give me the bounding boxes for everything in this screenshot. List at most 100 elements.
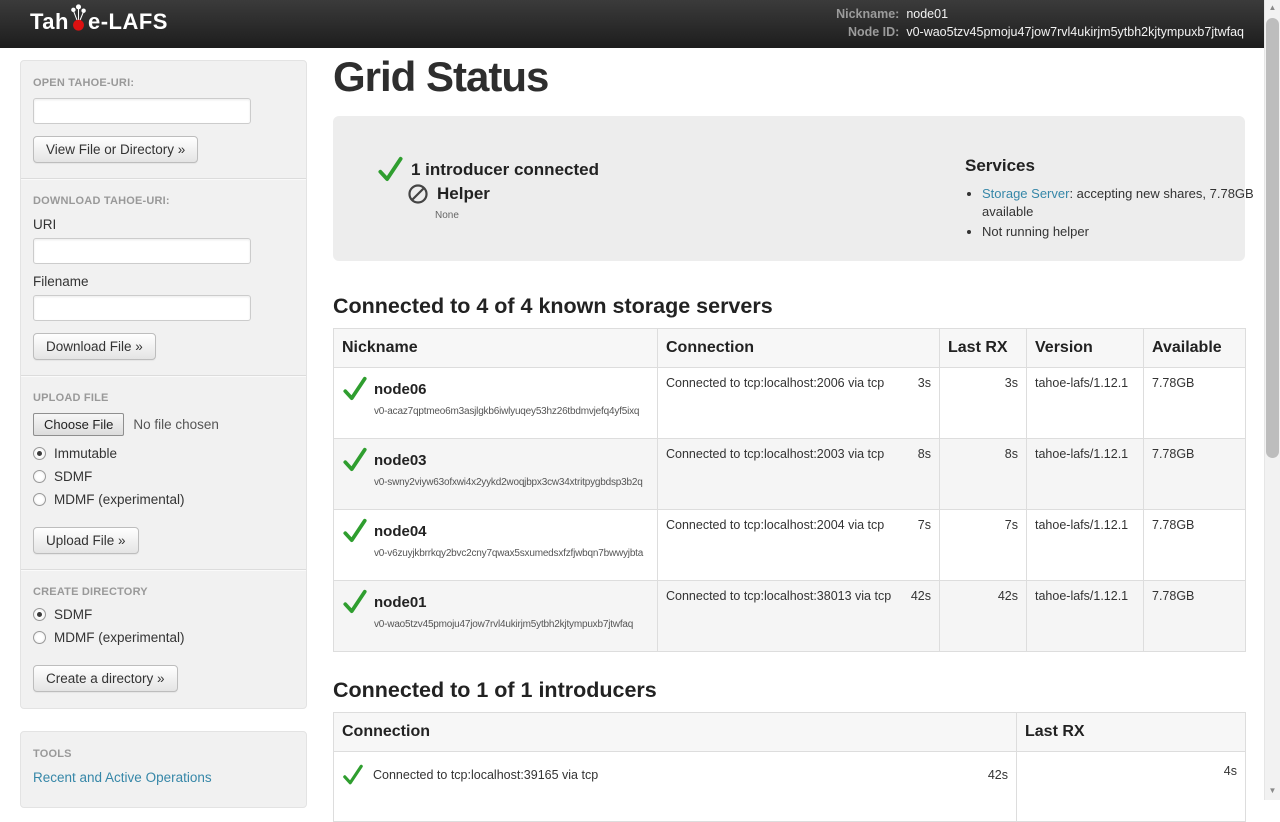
radio-icon[interactable] [33,447,46,460]
sidebar: OPEN TAHOE-URI: View File or Directory »… [20,60,307,808]
radio-label: SDMF [54,607,92,622]
vertical-scrollbar[interactable]: ▲ ▼ [1264,0,1280,800]
scroll-down-arrow[interactable]: ▼ [1265,784,1280,798]
status-summary-box: 1 introducer connected Helper None Servi… [333,116,1245,261]
upload-format-mdmf[interactable]: MDMF (experimental) [33,492,294,507]
service-item-helper: Not running helper [982,223,1260,241]
node-id-label: Node ID: [836,25,899,39]
mkdir-format-sdmf[interactable]: SDMF [33,607,294,622]
upload-file-label: UPLOAD FILE [33,392,294,404]
services-list: Storage Server: accepting new shares, 7.… [965,185,1260,241]
radio-label: Immutable [54,446,117,461]
helper-title: Helper [437,184,490,204]
available-cell: 7.78GB [1144,368,1246,439]
divider [21,178,306,180]
tahoe-balloons-icon [70,2,87,33]
create-directory-button[interactable]: Create a directory » [33,665,178,692]
col-connection: Connection [334,713,1017,752]
open-uri-section: OPEN TAHOE-URI: View File or Directory » [33,77,294,163]
server-node-id: v0-acaz7qptmeo6m3asjlgkb6iwlyuqey53hz26t… [342,403,649,420]
server-row: node04 v0-v6zuyjkbrrkqy2bvc2cny7qwax5sxu… [334,510,1246,581]
version-cell: tahoe-lafs/1.12.1 [1027,581,1144,652]
create-directory-label: CREATE DIRECTORY [33,586,294,598]
uri-field-label: URI [33,217,294,232]
services-block: Services Storage Server: accepting new s… [965,156,1265,243]
connected-check-icon [377,156,404,183]
version-cell: tahoe-lafs/1.12.1 [1027,439,1144,510]
introducers-heading: Connected to 1 of 1 introducers [333,678,1245,703]
nickname-label: Nickname: [836,7,899,21]
server-nickname: node04 [374,523,427,540]
helper-status: Helper [407,183,490,205]
last-rx-cell: 42s [940,581,1027,652]
download-file-button[interactable]: Download File » [33,333,156,360]
upload-file-button[interactable]: Upload File » [33,527,139,554]
server-row: node03 v0-swny2viyw63ofxwi4x2yykd2woqjbp… [334,439,1246,510]
mkdir-format-mdmf[interactable]: MDMF (experimental) [33,630,294,645]
radio-label: MDMF (experimental) [54,630,185,645]
nickname-value: node01 [906,7,1244,21]
server-nickname: node01 [374,594,427,611]
download-uri-input[interactable] [33,238,251,264]
filename-field-label: Filename [33,274,294,289]
scrollbar-thumb[interactable] [1266,18,1279,458]
radio-icon[interactable] [33,608,46,621]
connection-age: 3s [918,376,931,390]
scroll-up-arrow[interactable]: ▲ [1265,1,1280,15]
tahoe-lafs-logo[interactable]: Tah e-LAFS [30,9,168,35]
connection-cell: Connected to tcp:localhost:2006 via tcp 3… [658,368,940,439]
file-chosen-status: No file chosen [133,417,219,432]
radio-label: SDMF [54,469,92,484]
available-cell: 7.78GB [1144,439,1246,510]
radio-icon[interactable] [33,631,46,644]
last-rx-cell: 8s [940,439,1027,510]
last-rx-cell: 3s [940,368,1027,439]
helper-value: None [435,210,459,221]
service-item-storage: Storage Server: accepting new shares, 7.… [982,185,1260,221]
no-helper-icon [407,183,429,205]
download-uri-label: DOWNLOAD TAHOE-URI: [33,195,294,207]
col-last-rx: Last RX [940,329,1027,368]
connection-age: 42s [911,589,931,603]
divider [21,375,306,377]
open-uri-input[interactable] [33,98,251,124]
nickname-cell: node03 v0-swny2viyw63ofxwi4x2yykd2woqjbp… [334,439,658,510]
view-file-button[interactable]: View File or Directory » [33,136,198,163]
connection-text: Connected to tcp:localhost:2006 via tcp [666,376,884,390]
connected-check-icon [342,764,364,786]
last-rx-cell: 4s [1017,752,1246,822]
download-filename-input[interactable] [33,295,251,321]
node-info: Nickname: node01 Node ID: v0-wao5tzv45pm… [836,7,1244,39]
server-node-id: v0-wao5tzv45pmoju47jow7rvl4ukirjm5ytbh2k… [342,616,649,633]
grid-status-page: { "header": { "logo_left": "Tah", "logo_… [0,0,1280,800]
create-directory-section: CREATE DIRECTORY SDMF MDMF (experimental… [33,586,294,692]
upload-file-section: UPLOAD FILE Choose File No file chosen I… [33,392,294,554]
col-connection: Connection [658,329,940,368]
file-picker: Choose File No file chosen [33,413,294,436]
nickname-cell: node06 v0-acaz7qptmeo6m3asjlgkb6iwlyuqey… [334,368,658,439]
choose-file-button[interactable]: Choose File [33,413,124,436]
connected-check-icon [342,447,368,473]
connection-age: 8s [918,447,931,461]
storage-server-link[interactable]: Storage Server [982,186,1069,201]
divider [21,569,306,571]
server-node-id: v0-v6zuyjkbrrkqy2bvc2cny7qwax5sxumedsxfz… [342,545,649,562]
services-title: Services [965,156,1265,176]
tools-panel: TOOLS Recent and Active Operations [20,731,307,808]
radio-icon[interactable] [33,470,46,483]
recent-operations-link[interactable]: Recent and Active Operations [33,770,212,785]
logo-text-right: e-LAFS [88,9,168,35]
main-content: Grid Status 1 introducer connected Helpe… [333,48,1245,822]
connected-check-icon [342,376,368,402]
introducers-table: Connection Last RX Connected to tcp:loca… [333,712,1246,822]
introducer-status-text: 1 introducer connected [411,160,599,180]
version-cell: tahoe-lafs/1.12.1 [1027,368,1144,439]
upload-format-immutable[interactable]: Immutable [33,446,294,461]
col-version: Version [1027,329,1144,368]
open-uri-label: OPEN TAHOE-URI: [33,77,294,89]
connection-text: Connected to tcp:localhost:39165 via tcp [373,768,598,782]
radio-icon[interactable] [33,493,46,506]
connected-check-icon [342,589,368,615]
col-last-rx: Last RX [1017,713,1246,752]
upload-format-sdmf[interactable]: SDMF [33,469,294,484]
